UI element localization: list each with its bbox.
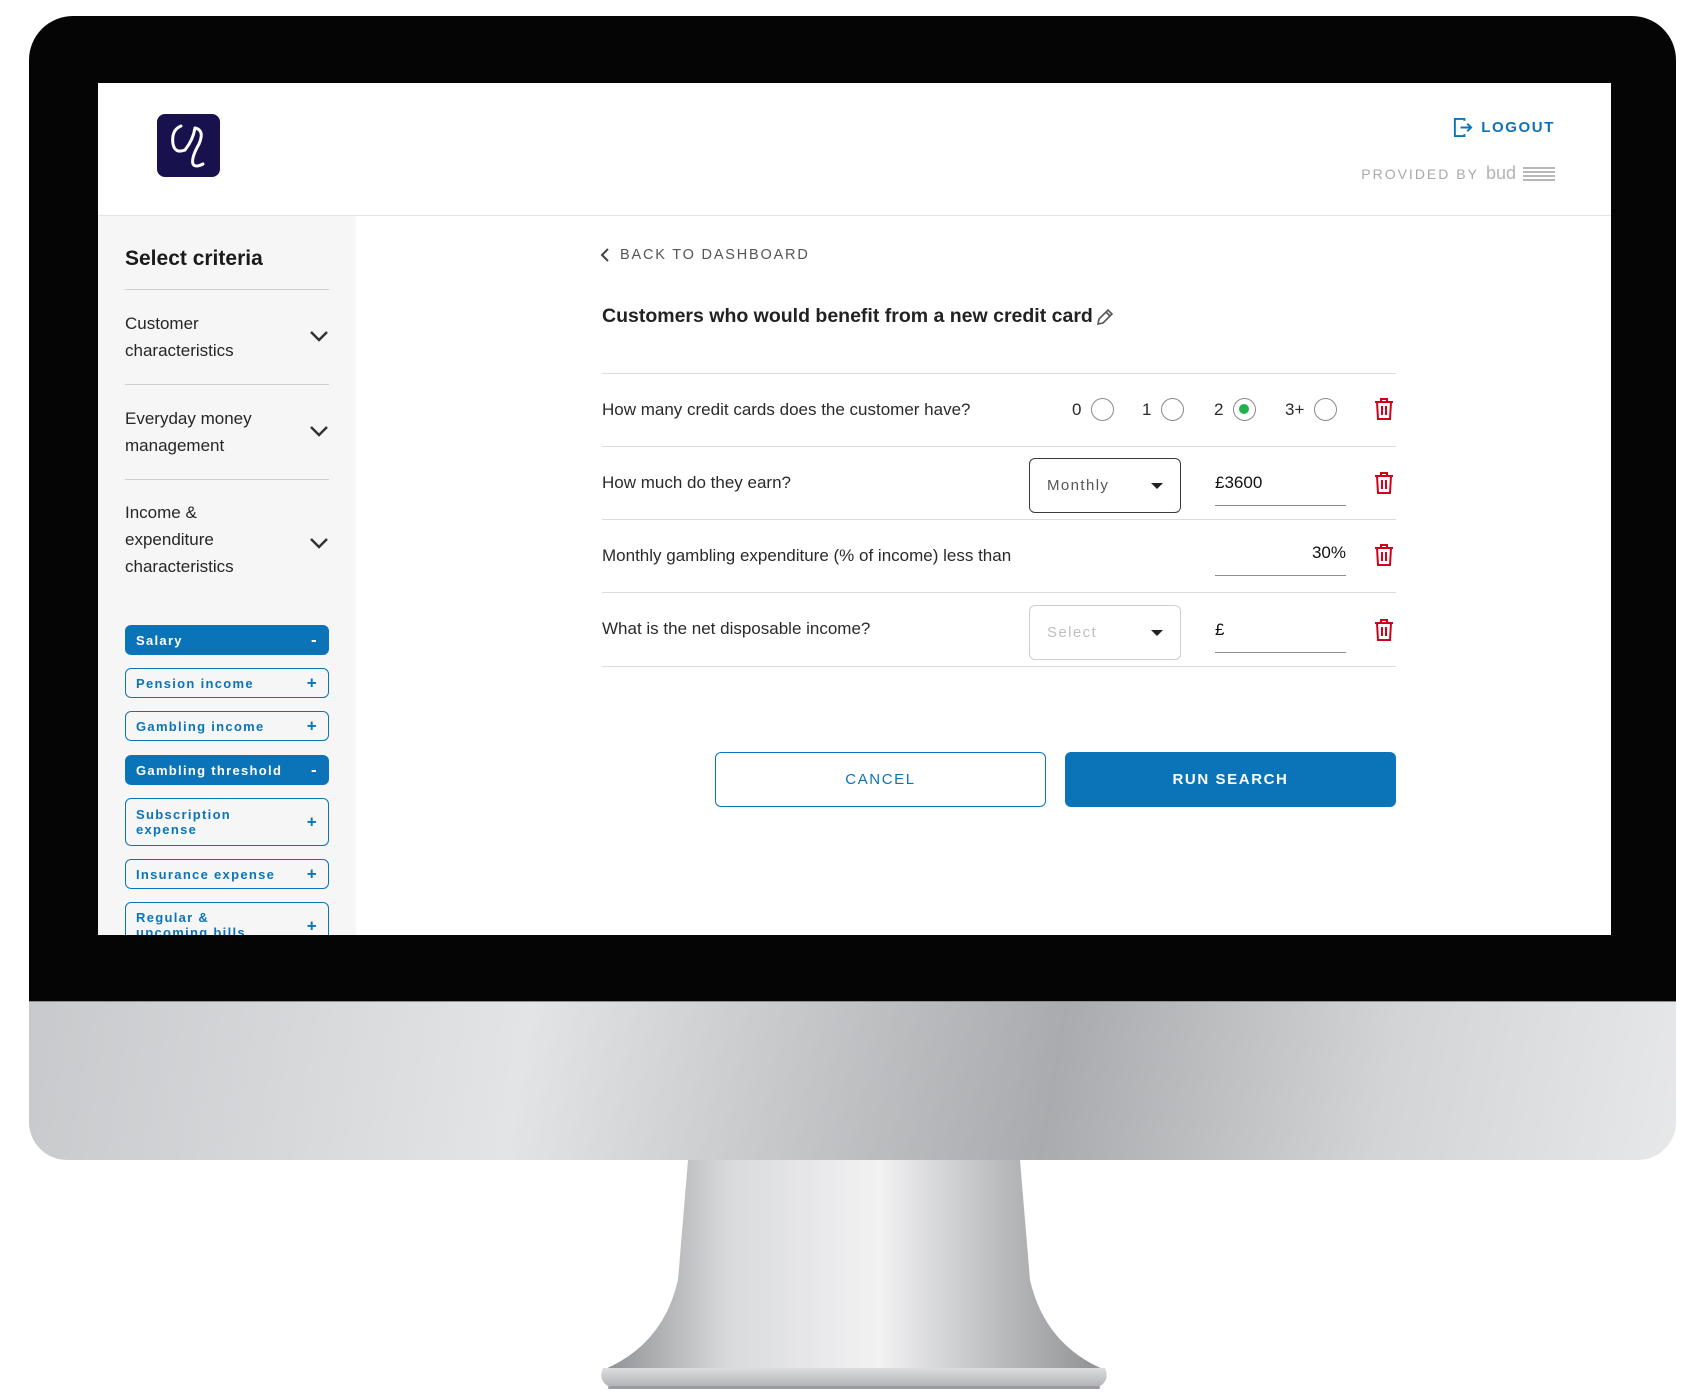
brand-logo-icon (170, 124, 204, 167)
sidebar-section-label: Customer characteristics (125, 314, 234, 360)
divider (602, 373, 1396, 374)
radio-option-0[interactable]: 0 (1072, 398, 1115, 421)
sidebar-section-label: Everyday money management (125, 409, 252, 455)
chip-label: Pension income (136, 675, 254, 691)
chip-regular-upcoming-bills[interactable]: Regular & upcoming bills + (125, 902, 329, 935)
plus-icon: + (306, 716, 318, 736)
chevron-down-icon (310, 538, 328, 549)
plus-icon: + (306, 812, 318, 832)
chip-pension-income[interactable]: Pension income + (125, 668, 329, 698)
criteria-sidebar: Select criteria Customer characteristics… (98, 216, 356, 935)
logout-label: LOGOUT (1481, 119, 1555, 136)
gambling-percent-input[interactable] (1215, 530, 1346, 576)
back-to-dashboard-link[interactable]: BACK TO DASHBOARD (600, 247, 810, 263)
dropdown-placeholder: Select (1047, 624, 1098, 641)
back-label: BACK TO DASHBOARD (620, 247, 810, 263)
radio-button-selected[interactable] (1233, 398, 1257, 421)
top-bar: LOGOUT PROVIDED BY bud (98, 83, 1611, 216)
divider (602, 446, 1396, 447)
provider-name: bud (1485, 163, 1516, 183)
chip-label: Gambling income (136, 718, 265, 734)
chip-gambling-income[interactable]: Gambling income + (125, 711, 329, 741)
radio-button[interactable] (1161, 398, 1185, 421)
chip-gambling-threshold[interactable]: Gambling threshold - (125, 755, 329, 785)
app-screen: LOGOUT PROVIDED BY bud Select criteria C… (98, 83, 1611, 935)
chip-insurance-expense[interactable]: Insurance expense + (125, 859, 329, 889)
chip-label: Insurance expense (136, 866, 276, 882)
pencil-icon[interactable] (1095, 307, 1115, 327)
caret-down-icon (1151, 629, 1163, 636)
monitor-chin (29, 1001, 1676, 1160)
radio-option-1[interactable]: 1 (1142, 398, 1185, 421)
radio-label: 0 (1072, 399, 1082, 419)
plus-icon: + (306, 916, 318, 935)
sidebar-section-income-expenditure[interactable]: Income & expenditure characteristics (125, 479, 329, 599)
chevron-down-icon (310, 331, 328, 342)
earnings-amount-input[interactable] (1215, 460, 1346, 506)
chip-subscription-expense[interactable]: Subscription expense + (125, 798, 329, 846)
question-earnings: How much do they earn? (602, 473, 791, 492)
chevron-left-icon (600, 248, 609, 262)
divider (602, 519, 1396, 520)
chevron-down-icon (310, 426, 328, 437)
trash-icon[interactable] (1373, 543, 1395, 567)
chip-salary[interactable]: Salary - (125, 625, 329, 655)
radio-option-2[interactable]: 2 (1214, 398, 1257, 421)
sidebar-section-everyday-money[interactable]: Everyday money management (125, 384, 329, 479)
sidebar-section-label: Income & expenditure characteristics (125, 503, 234, 576)
question-net-disposable-income: What is the net disposable income? (602, 619, 871, 638)
question-credit-cards: How many credit cards does the customer … (602, 400, 971, 419)
divider (602, 592, 1396, 593)
provider-logo-icon (1523, 166, 1555, 181)
disposable-income-input[interactable] (1215, 607, 1346, 653)
sidebar-title: Select criteria (125, 247, 263, 270)
run-search-button[interactable]: RUN SEARCH (1065, 752, 1396, 807)
sidebar-section-customer[interactable]: Customer characteristics (125, 289, 329, 384)
chip-label: Salary (136, 632, 183, 648)
cancel-button[interactable]: CANCEL (715, 752, 1046, 807)
trash-icon[interactable] (1373, 471, 1395, 495)
provided-by-label: PROVIDED BY (1361, 165, 1479, 182)
radio-button[interactable] (1091, 398, 1115, 421)
plus-icon: + (306, 864, 318, 884)
chip-label: Gambling threshold (136, 762, 283, 778)
dropdown-value: Monthly (1047, 477, 1110, 494)
divider (602, 666, 1396, 667)
period-dropdown[interactable]: Monthly (1029, 458, 1181, 513)
radio-label: 2 (1214, 399, 1224, 419)
caret-down-icon (1151, 482, 1163, 489)
brand-logo[interactable] (157, 114, 220, 177)
radio-option-3plus[interactable]: 3+ (1285, 398, 1338, 421)
trash-icon[interactable] (1373, 618, 1395, 642)
provided-by: PROVIDED BY bud (1361, 163, 1555, 184)
page-title: Customers who would benefit from a new c… (602, 305, 1093, 327)
monitor-stand (0, 1160, 1700, 1400)
logout-icon (1454, 117, 1473, 138)
chip-label: Subscription expense (136, 807, 232, 837)
minus-icon: - (311, 760, 318, 780)
plus-icon: + (306, 673, 318, 693)
question-gambling-expenditure: Monthly gambling expenditure (% of incom… (602, 546, 1012, 565)
chip-label: Regular & upcoming bills (136, 910, 246, 935)
radio-label: 1 (1142, 399, 1152, 419)
trash-icon[interactable] (1373, 397, 1395, 421)
minus-icon: - (311, 630, 318, 650)
radio-button[interactable] (1314, 398, 1338, 421)
radio-label: 3+ (1285, 399, 1305, 419)
period-dropdown[interactable]: Select (1029, 605, 1181, 660)
logout-button[interactable]: LOGOUT (1452, 117, 1555, 138)
